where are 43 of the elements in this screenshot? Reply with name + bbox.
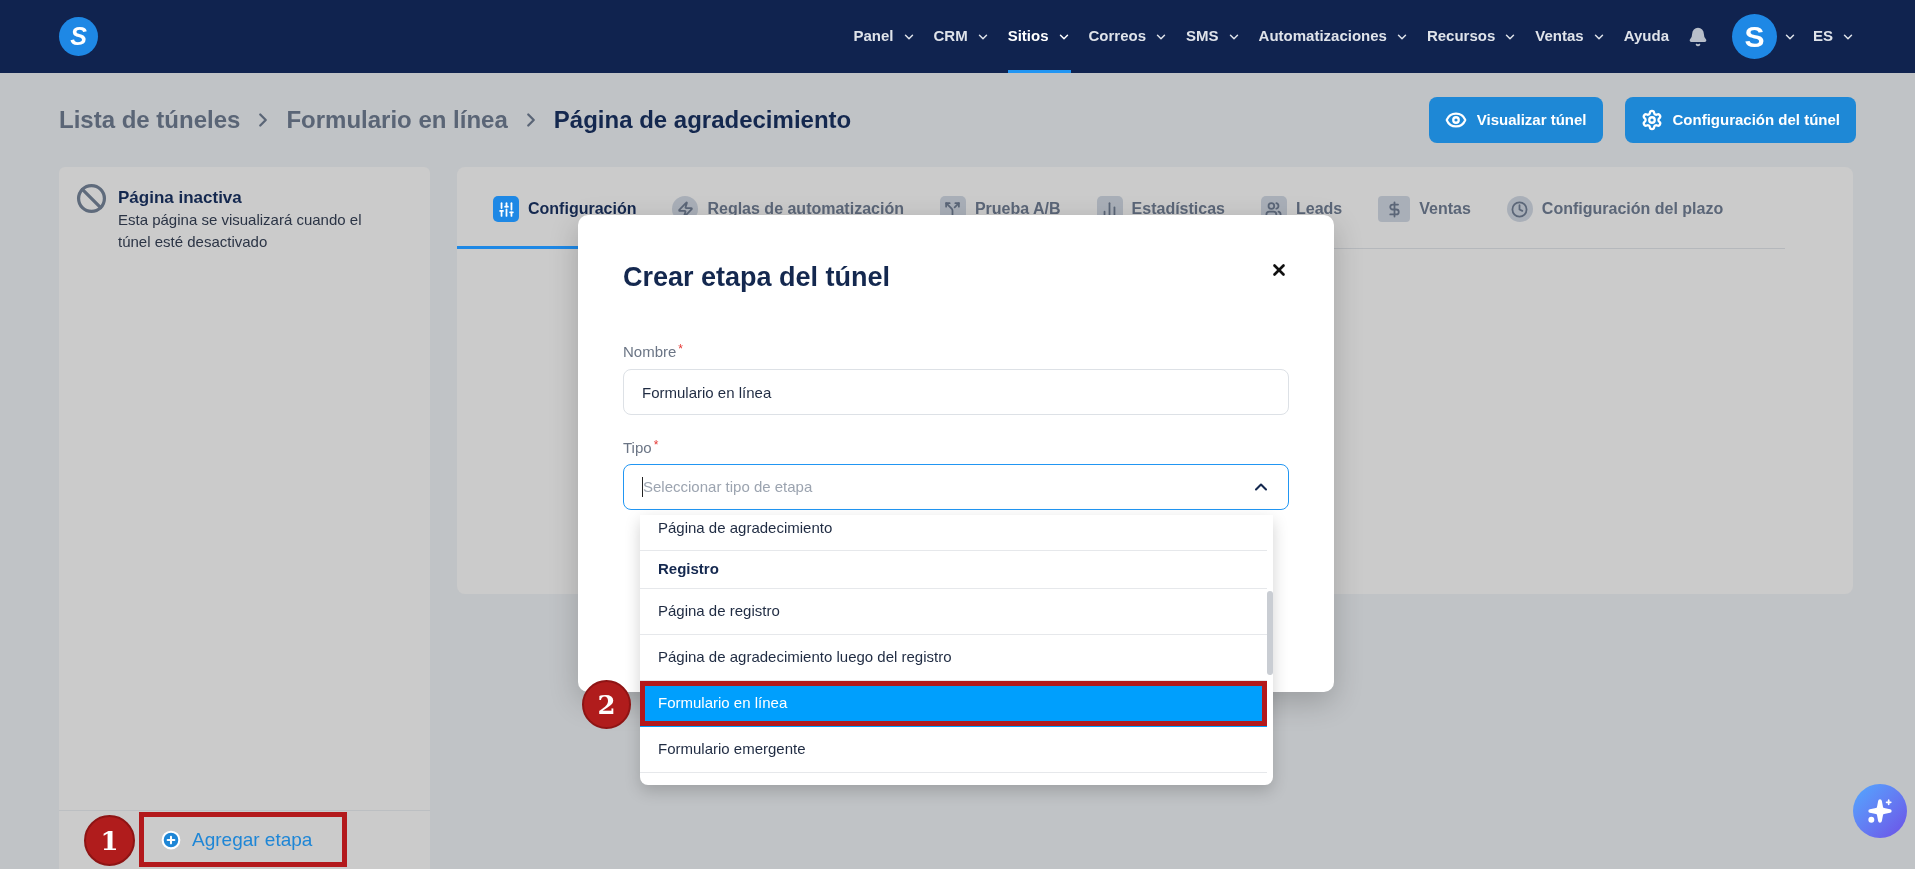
logo[interactable]: S bbox=[59, 17, 98, 56]
close-icon[interactable] bbox=[1270, 261, 1288, 279]
bell-icon[interactable] bbox=[1688, 26, 1708, 47]
nav-menu-item[interactable]: SMS bbox=[1186, 0, 1241, 73]
sparkle-button[interactable] bbox=[1853, 784, 1907, 838]
plus-circle-icon bbox=[161, 830, 181, 850]
scrollbar-thumb[interactable] bbox=[1267, 591, 1273, 675]
step-number-marker: 1 bbox=[84, 815, 135, 866]
modal-title: Crear etapa del túnel bbox=[623, 261, 891, 294]
nav-menu-item[interactable]: Panel bbox=[853, 0, 916, 73]
nav-menu-item[interactable]: Ayuda bbox=[1623, 0, 1669, 73]
nav-menu-item[interactable]: Sitios bbox=[1007, 0, 1071, 73]
ban-icon bbox=[76, 183, 107, 214]
dropdown-option[interactable]: Formulario emergente bbox=[640, 727, 1267, 773]
dropdown-option[interactable]: Página de agradecimiento bbox=[640, 515, 1267, 551]
nav-menu-item[interactable]: CRM bbox=[933, 0, 990, 73]
status-title: Página inactiva bbox=[118, 187, 243, 209]
dollar-icon bbox=[1378, 196, 1411, 222]
sparkles-icon bbox=[1867, 798, 1893, 824]
tab[interactable]: Configuración del plazo bbox=[1488, 167, 1742, 249]
clock-icon bbox=[1506, 196, 1533, 222]
status-description: Esta página se visualizará cuando el túnel esté desactivado bbox=[118, 210, 363, 252]
field-label: Tipo bbox=[623, 438, 652, 458]
text-cursor-icon bbox=[642, 477, 643, 497]
preview-button[interactable]: Visualizar túnel bbox=[1428, 97, 1603, 143]
breadcrumb-item: Página de agradecimiento bbox=[553, 105, 852, 135]
settings-button[interactable]: Configuración del túnel bbox=[1624, 97, 1856, 143]
required-asterisk: * bbox=[653, 438, 659, 452]
name-input-field[interactable]: Formulario en línea bbox=[623, 369, 1289, 415]
gear-icon bbox=[1640, 109, 1663, 131]
tab[interactable]: Ventas bbox=[1360, 167, 1489, 249]
nav-menu-item[interactable]: Ventas bbox=[1535, 0, 1606, 73]
nav-menu-item[interactable]: Automatizaciones bbox=[1258, 0, 1409, 73]
step-number-marker: 2 bbox=[582, 680, 631, 729]
dropdown-option[interactable]: Página de registro bbox=[640, 589, 1267, 635]
required-asterisk: * bbox=[678, 342, 684, 356]
nav-menu-item[interactable]: Correos bbox=[1088, 0, 1169, 73]
user-avatar[interactable]: S bbox=[1732, 14, 1777, 59]
field-label: Nombre bbox=[623, 342, 677, 362]
sliders-icon bbox=[493, 196, 519, 222]
dropdown-option[interactable]: Página de agradecimiento luego del registro bbox=[640, 635, 1267, 681]
nav-menu-item[interactable]: Recursos bbox=[1426, 0, 1518, 73]
language-menu[interactable]: ES bbox=[1813, 25, 1855, 48]
